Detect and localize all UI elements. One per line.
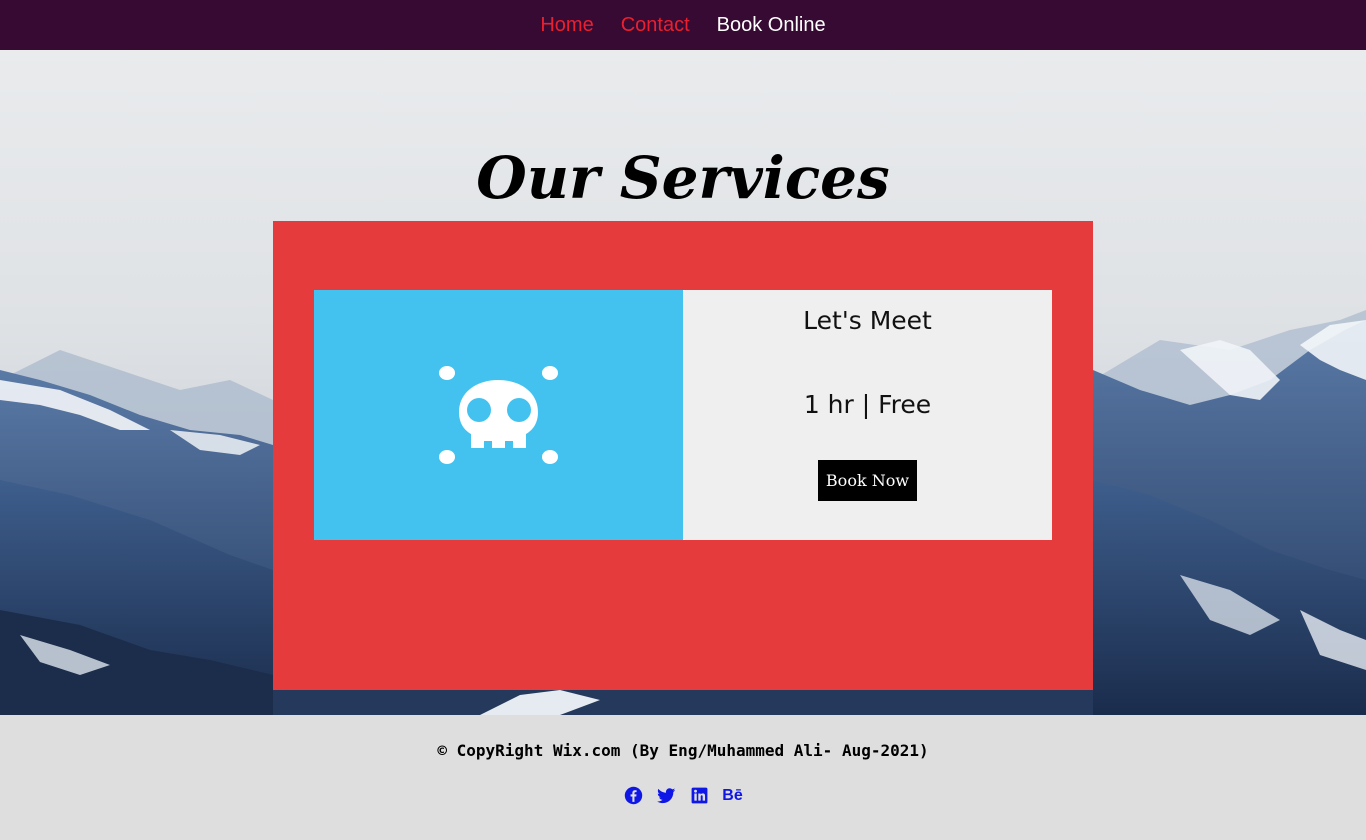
services-panel: Let's Meet 1 hr | Free Book Now: [273, 221, 1093, 690]
behance-icon: Bē: [722, 786, 743, 804]
behance-link[interactable]: Bē: [722, 785, 743, 806]
book-now-button[interactable]: Book Now: [818, 460, 917, 501]
skull-icon: [438, 366, 558, 464]
service-image[interactable]: [314, 290, 683, 540]
nav-home-link[interactable]: Home: [540, 14, 593, 37]
copyright-text: © CopyRight Wix.com (By Eng/Muhammed Ali…: [437, 741, 929, 760]
service-info: Let's Meet 1 hr | Free Book Now: [683, 290, 1052, 540]
page-title: Our Services: [476, 144, 890, 212]
footer: © CopyRight Wix.com (By Eng/Muhammed Ali…: [0, 715, 1366, 840]
twitter-link[interactable]: [656, 785, 677, 806]
linkedin-link[interactable]: [689, 785, 710, 806]
linkedin-icon: [691, 787, 708, 804]
social-links: Bē: [0, 785, 1366, 806]
nav-book-online-link[interactable]: Book Online: [717, 14, 826, 37]
twitter-icon: [657, 788, 676, 804]
facebook-link[interactable]: [623, 785, 644, 806]
nav-contact-link[interactable]: Contact: [621, 14, 690, 37]
service-card: Let's Meet 1 hr | Free Book Now: [314, 290, 1052, 540]
hero-background: Our Services Let's Meet 1 hr | Free Book…: [0, 50, 1366, 715]
service-duration-price: 1 hr | Free: [803, 390, 932, 419]
top-navigation: Home Contact Book Online: [0, 0, 1366, 50]
facebook-icon: [624, 786, 643, 805]
service-name[interactable]: Let's Meet: [683, 306, 1052, 335]
